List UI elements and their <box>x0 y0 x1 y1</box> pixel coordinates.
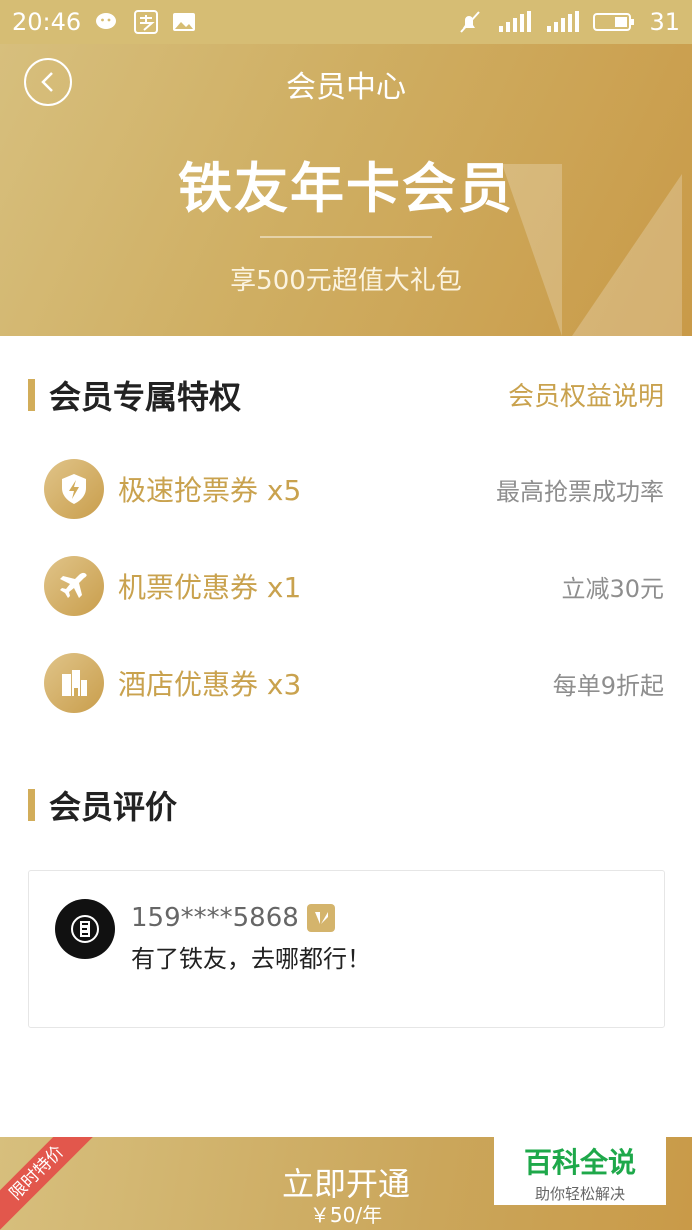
section-accent-bar <box>28 789 35 821</box>
airplane-icon <box>44 556 104 616</box>
avatar <box>55 899 115 959</box>
privilege-description: 每单9折起 <box>552 671 664 700</box>
image-icon <box>173 13 196 31</box>
privilege-name: 机票优惠券 x1 <box>118 571 302 604</box>
privilege-name: 极速抢票券 x5 <box>118 474 302 507</box>
watermark-logo: 百科全说 助你轻松解决 <box>494 1137 666 1205</box>
privileges-section-title: 会员专属特权 <box>49 378 242 416</box>
privilege-item[interactable]: 机票优惠券 x1 立减30元 <box>44 555 664 617</box>
member-card-header: 会员中心 铁友年卡会员 享500元超值大礼包 <box>0 44 692 336</box>
membership-title: 铁友年卡会员 <box>178 157 514 220</box>
privileges-section-header: 会员专属特权 <box>28 372 241 418</box>
privilege-item[interactable]: 极速抢票券 x5 最高抢票成功率 <box>44 458 664 520</box>
review-card: 159****5868 有了铁友，去哪都行！ <box>28 870 665 1028</box>
watermark-title: 百科全说 <box>523 1146 636 1179</box>
watermark-subtitle: 助你轻松解决 <box>534 1185 625 1203</box>
building-icon <box>44 653 104 713</box>
4g-signal-icon <box>547 11 580 32</box>
membership-subtitle: 享500元超值大礼包 <box>230 266 462 296</box>
reviewer-name: 159****5868 <box>131 903 335 933</box>
alipay-icon <box>134 10 159 34</box>
reviews-section-title: 会员评价 <box>49 788 178 826</box>
privilege-description: 最高抢票成功率 <box>496 477 664 506</box>
status-bar: 20:46 31 <box>0 0 692 44</box>
reviewer-phone: 159****5868 <box>131 903 299 933</box>
privilege-name: 酒店优惠券 x3 <box>118 668 302 701</box>
review-text: 有了铁友，去哪都行！ <box>131 945 371 973</box>
reviews-section-header: 会员评价 <box>28 782 177 828</box>
battery-level: 31 <box>649 8 680 36</box>
signal-icon <box>499 11 532 32</box>
mute-icon <box>460 11 481 33</box>
page-title: 会员中心 <box>286 70 406 105</box>
wechat-icon <box>96 13 117 29</box>
benefits-explanation-link[interactable]: 会员权益说明 <box>508 376 664 413</box>
privilege-description: 立减30元 <box>561 574 664 603</box>
privilege-item[interactable]: 酒店优惠券 x3 每单9折起 <box>44 652 664 714</box>
title-divider <box>260 236 432 238</box>
lightning-shield-icon <box>44 459 104 519</box>
section-accent-bar <box>28 379 35 411</box>
battery-icon <box>593 13 635 31</box>
vip-badge-icon <box>306 904 335 932</box>
status-time: 20:46 <box>12 8 82 36</box>
